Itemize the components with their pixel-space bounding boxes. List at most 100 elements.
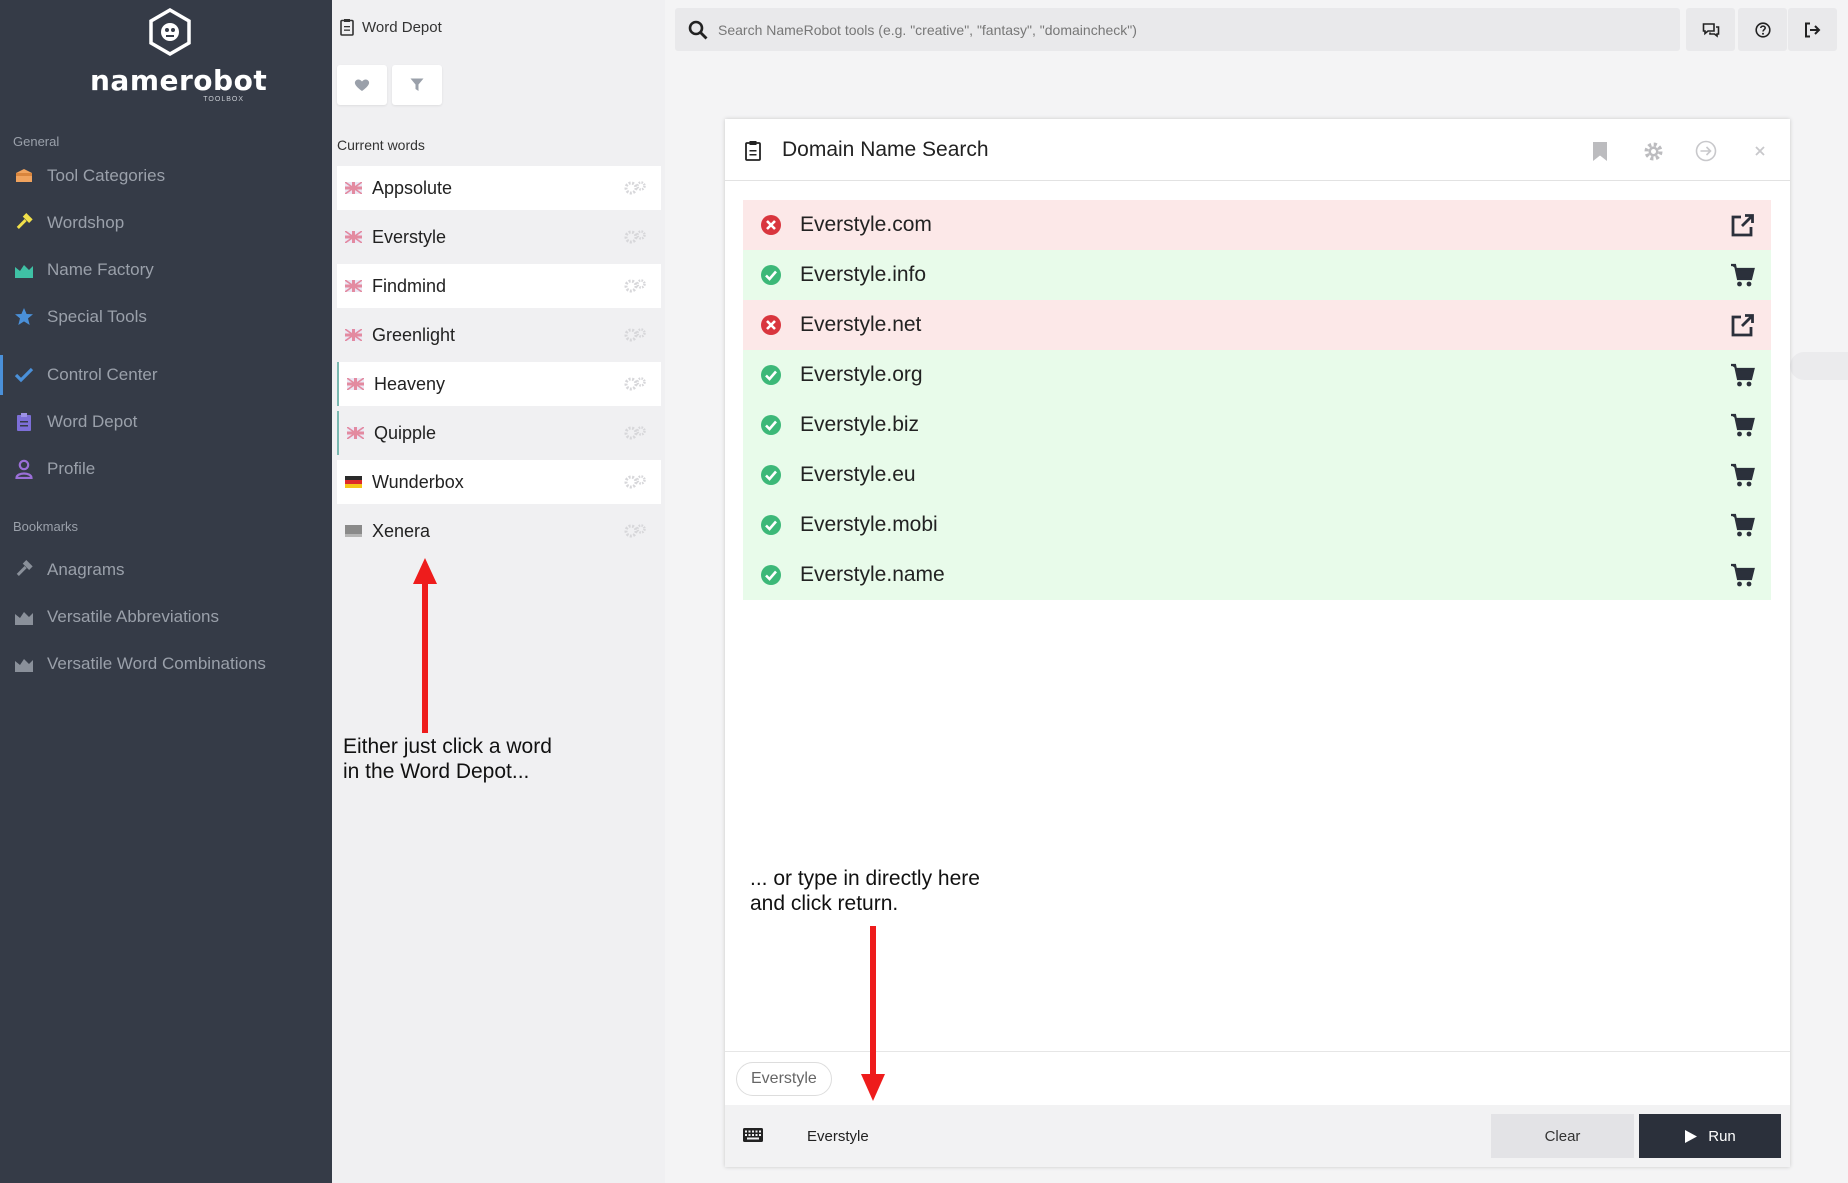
sidebar-item-label: Name Factory xyxy=(47,260,154,279)
word-input[interactable] xyxy=(807,1123,1407,1149)
word-item[interactable]: Findmind xyxy=(337,264,661,308)
domain-result-row[interactable]: Everstyle.name xyxy=(743,550,1771,600)
domain-result-row[interactable]: Everstyle.biz xyxy=(743,400,1771,450)
namerobot-logo[interactable]: namerobot TOOLBOX xyxy=(90,8,267,108)
uk-flag-icon xyxy=(347,427,364,439)
cart-icon[interactable] xyxy=(1730,563,1755,588)
area-chart-icon xyxy=(14,607,34,627)
star-icon xyxy=(14,307,34,327)
bookmark-button[interactable] xyxy=(1589,140,1611,162)
sidebar-item-wordshop[interactable]: Wordshop xyxy=(0,203,332,243)
cart-icon[interactable] xyxy=(1730,263,1755,288)
cogs-icon[interactable] xyxy=(623,376,647,392)
box-icon xyxy=(14,166,34,186)
word-item[interactable]: Wunderbox xyxy=(337,460,661,504)
word-depot-title: Word Depot xyxy=(362,18,442,36)
domain-result-row[interactable]: Everstyle.info xyxy=(743,250,1771,300)
logout-button[interactable] xyxy=(1788,8,1837,51)
close-button[interactable] xyxy=(1749,140,1771,162)
available-icon xyxy=(761,415,781,435)
domain-result-row[interactable]: Everstyle.mobi xyxy=(743,500,1771,550)
annotation-input: ... or type in directly here and click r… xyxy=(750,866,980,916)
domain-results-list: Everstyle.com Everstyle.info Everstyle.n… xyxy=(743,200,1771,600)
annotation-line: in the Word Depot... xyxy=(343,760,530,783)
word-item[interactable]: Appsolute xyxy=(337,166,661,210)
section-label-general: General xyxy=(13,134,60,149)
bookmark-item-versatile-word-combinations[interactable]: Versatile Word Combinations xyxy=(0,644,332,684)
taken-icon xyxy=(761,315,781,335)
cogs-icon[interactable] xyxy=(623,229,647,245)
cogs-icon[interactable] xyxy=(623,523,647,539)
cogs-icon[interactable] xyxy=(623,180,647,196)
cart-icon[interactable] xyxy=(1730,363,1755,388)
word-label: Everstyle xyxy=(372,226,447,247)
chat-button[interactable] xyxy=(1686,8,1735,51)
section-label-bookmarks: Bookmarks xyxy=(13,519,79,534)
domain-result-row[interactable]: Everstyle.com xyxy=(743,200,1771,250)
bookmark-item-anagrams[interactable]: Anagrams xyxy=(0,550,332,590)
word-item[interactable]: Everstyle xyxy=(337,215,661,259)
available-icon xyxy=(761,365,781,385)
word-item[interactable]: Quipple xyxy=(337,411,661,455)
favorites-button[interactable] xyxy=(337,65,387,105)
domain-name: Everstyle.info xyxy=(800,263,927,286)
background-panel-edge xyxy=(1790,352,1848,380)
domain-name: Everstyle.net xyxy=(800,313,922,336)
word-item[interactable]: Xenera xyxy=(337,509,661,553)
cogs-icon[interactable] xyxy=(623,327,647,343)
available-icon xyxy=(761,265,781,285)
sidebar-item-word-depot[interactable]: Word Depot xyxy=(0,402,332,442)
filter-icon xyxy=(410,78,424,91)
annotation-depot: Either just click a word in the Word Dep… xyxy=(343,734,552,784)
sidebar-item-special-tools[interactable]: Special Tools xyxy=(0,297,332,337)
annotation-line: ... or type in directly here xyxy=(750,867,980,890)
run-button[interactable]: Run xyxy=(1639,1114,1781,1158)
sidebar-item-tool-categories[interactable]: Tool Categories xyxy=(0,156,332,196)
word-label: Xenera xyxy=(372,520,431,541)
annotation-arrow-down xyxy=(861,926,885,1101)
tool-search-box[interactable] xyxy=(675,8,1680,51)
logout-icon xyxy=(1805,22,1821,37)
settings-button[interactable] xyxy=(1642,140,1664,162)
word-label: Greenlight xyxy=(372,324,456,345)
word-item[interactable]: Heaveny xyxy=(337,362,661,406)
bookmark-icon xyxy=(1593,141,1607,161)
available-icon xyxy=(761,565,781,585)
filter-button[interactable] xyxy=(392,65,442,105)
external-link-icon[interactable] xyxy=(1730,313,1755,338)
tool-search-input[interactable] xyxy=(718,21,1618,38)
clear-button[interactable]: Clear xyxy=(1491,1114,1634,1158)
word-chip[interactable]: Everstyle xyxy=(736,1062,832,1096)
cart-icon[interactable] xyxy=(1730,513,1755,538)
word-item[interactable]: Greenlight xyxy=(337,313,661,357)
cogs-icon[interactable] xyxy=(623,278,647,294)
cogs-icon[interactable] xyxy=(623,425,647,441)
bookmark-item-label: Anagrams xyxy=(47,560,125,579)
domain-result-row[interactable]: Everstyle.net xyxy=(743,300,1771,350)
domain-result-row[interactable]: Everstyle.org xyxy=(743,350,1771,400)
keyboard-icon[interactable] xyxy=(742,1126,764,1144)
help-button[interactable] xyxy=(1738,8,1787,51)
domain-result-row[interactable]: Everstyle.eu xyxy=(743,450,1771,500)
cart-icon[interactable] xyxy=(1730,463,1755,488)
bookmark-item-versatile-abbreviations[interactable]: Versatile Abbreviations xyxy=(0,597,332,637)
hammer-icon xyxy=(14,560,34,580)
neutral-flag-icon xyxy=(345,525,362,537)
sidebar-item-name-factory[interactable]: Name Factory xyxy=(0,250,332,290)
panel-header: Domain Name Search xyxy=(725,119,1790,181)
annotation-line: Either just click a word xyxy=(343,735,552,758)
cart-icon[interactable] xyxy=(1730,413,1755,438)
bookmark-item-label: Versatile Abbreviations xyxy=(47,607,219,626)
forward-button[interactable] xyxy=(1695,140,1717,162)
domain-name: Everstyle.org xyxy=(800,363,923,386)
external-link-icon[interactable] xyxy=(1730,213,1755,238)
top-bar xyxy=(675,8,1837,51)
sidebar: namerobot TOOLBOX General Tool Categorie… xyxy=(0,0,332,1183)
sidebar-item-label: Special Tools xyxy=(47,307,147,326)
sidebar-item-control-center[interactable]: Control Center xyxy=(0,355,332,395)
cogs-icon[interactable] xyxy=(623,474,647,490)
sidebar-item-label: Control Center xyxy=(47,365,158,384)
sidebar-item-profile[interactable]: Profile xyxy=(0,449,332,489)
word-label: Appsolute xyxy=(372,177,453,198)
domain-name: Everstyle.eu xyxy=(800,463,916,486)
